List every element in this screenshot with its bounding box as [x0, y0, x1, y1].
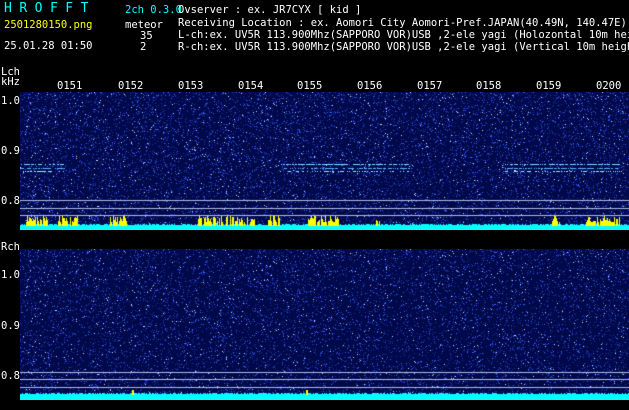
lch-waterfall [20, 92, 629, 230]
file-name: 2501280150.png [4, 19, 93, 31]
meteor-count-lch: 35 [140, 30, 153, 42]
app-version: 2ch 0.3.0 [125, 4, 182, 16]
meteor-label: meteor [125, 19, 163, 31]
time-tick-0151: 0151 [57, 80, 83, 92]
lch-waterfall-canvas [20, 92, 629, 230]
observer-info: Ovserver : ex. JR7CYX [ kid ] [178, 4, 362, 16]
time-tick-0155: 0155 [297, 80, 323, 92]
time-tick-0200: 0200 [596, 80, 622, 92]
time-tick-0158: 0158 [476, 80, 502, 92]
time-tick-0154: 0154 [238, 80, 264, 92]
rch-freq-tick-0-8: 0.8 [1, 370, 20, 382]
app-logo: HROFFT [4, 1, 96, 16]
lch-freq-tick-0-9: 0.9 [1, 145, 20, 157]
time-tick-0159: 0159 [536, 80, 562, 92]
timestamp: 25.01.28 01:50 [4, 40, 93, 52]
rch-waterfall-canvas [20, 249, 629, 400]
lch-freq-tick-0-8: 0.8 [1, 195, 20, 207]
time-tick-0153: 0153 [178, 80, 204, 92]
time-tick-0156: 0156 [357, 80, 383, 92]
rch-info: R-ch:ex. UV5R 113.900Mhz(SAPPORO VOR)USB… [178, 41, 629, 53]
meteor-count-rch: 2 [140, 41, 147, 53]
rch-label: Rch [1, 241, 20, 253]
lch-unit: kHz [1, 76, 20, 88]
rch-waterfall [20, 249, 629, 400]
location-info: Receiving Location : ex. Aomori City Aom… [178, 17, 627, 29]
lch-info: L-ch:ex. UV5R 113.900Mhz(SAPPORO VOR)USB… [178, 29, 629, 41]
time-tick-0157: 0157 [417, 80, 443, 92]
time-tick-0152: 0152 [118, 80, 144, 92]
rch-freq-tick-1-0: 1.0 [1, 269, 20, 281]
lch-freq-tick-1-0: 1.0 [1, 95, 20, 107]
rch-freq-tick-0-9: 0.9 [1, 320, 20, 332]
